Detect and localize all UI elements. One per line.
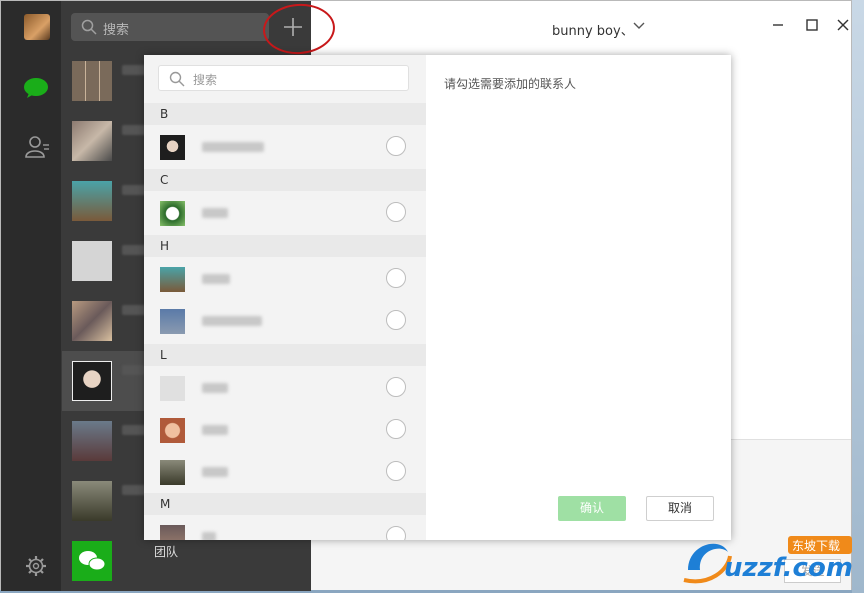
cancel-button[interactable]: 取消: [646, 496, 714, 521]
svg-text:东坡下载: 东坡下载: [792, 539, 840, 553]
group-header-m: M: [144, 493, 426, 515]
wechat-window: 搜索 团队 bunny boy、 发送 搜索 B C H L M 请勾选需要添加…: [0, 0, 853, 591]
contact-name: [202, 208, 228, 218]
search-icon: [81, 19, 97, 35]
contact-name: [202, 316, 262, 326]
group-avatar: [72, 121, 112, 161]
contact-avatar: [160, 460, 185, 485]
group-avatar: [72, 61, 112, 101]
select-radio[interactable]: [386, 136, 406, 156]
contact-name: [202, 274, 230, 284]
default-avatar: [72, 241, 112, 281]
contact-row[interactable]: [144, 258, 426, 300]
contact-avatar: [160, 267, 185, 292]
add-members-dialog: 搜索 B C H L M 请勾选需要添加的联系人 确认 取消: [144, 55, 731, 540]
sidebar-search-placeholder: 搜索: [103, 23, 130, 38]
wechat-team-avatar: [72, 541, 112, 581]
select-radio[interactable]: [386, 526, 406, 540]
dialog-search-input[interactable]: 搜索: [158, 65, 409, 91]
select-radio[interactable]: [386, 310, 406, 330]
contact-avatar: [72, 361, 112, 401]
chat-title[interactable]: bunny boy、: [552, 20, 634, 39]
select-radio[interactable]: [386, 377, 406, 397]
contact-name: [202, 467, 228, 477]
team-label: 团队: [154, 545, 179, 559]
conversation-item[interactable]: [62, 531, 202, 591]
dialog-search-placeholder: 搜索: [193, 73, 218, 87]
contact-avatar: [72, 181, 112, 221]
contact-avatar: [72, 421, 112, 461]
select-radio[interactable]: [386, 268, 406, 288]
contact-avatar: [160, 135, 185, 160]
dialog-prompt: 请勾选需要添加的联系人: [444, 77, 577, 91]
contact-row[interactable]: [144, 300, 426, 342]
contact-row[interactable]: [144, 126, 426, 168]
contact-avatar: [160, 418, 185, 443]
contact-name: [202, 425, 228, 435]
settings-icon[interactable]: [25, 555, 47, 577]
svg-text:uzzf.com: uzzf.com: [724, 553, 853, 583]
group-header-l: L: [144, 344, 426, 366]
maximize-icon[interactable]: [802, 15, 822, 35]
sidebar-search-input[interactable]: 搜索: [71, 13, 269, 41]
default-avatar: [160, 376, 185, 401]
contact-avatar: [72, 481, 112, 521]
contacts-icon[interactable]: [24, 134, 50, 160]
group-avatar: [72, 301, 112, 341]
contact-avatar: [160, 309, 185, 334]
group-header-c: C: [144, 169, 426, 191]
minimize-icon[interactable]: [768, 15, 788, 35]
contact-row[interactable]: [144, 367, 426, 409]
contact-row[interactable]: [144, 516, 426, 540]
contact-row[interactable]: [144, 192, 426, 234]
close-icon[interactable]: [833, 15, 853, 35]
site-watermark-logo: uzzf.com 东坡下载: [683, 536, 853, 584]
user-avatar[interactable]: [24, 14, 50, 40]
contact-picker-list: 搜索 B C H L M: [144, 55, 426, 540]
desktop-background: [852, 0, 864, 593]
chevron-down-icon[interactable]: [633, 22, 645, 30]
chat-icon[interactable]: [23, 77, 49, 99]
contact-row[interactable]: [144, 409, 426, 451]
confirm-button[interactable]: 确认: [558, 496, 626, 521]
select-radio[interactable]: [386, 202, 406, 222]
contact-row[interactable]: [144, 451, 426, 493]
contact-avatar: [160, 525, 185, 540]
contact-name: [202, 532, 216, 540]
search-icon: [169, 71, 185, 87]
select-radio[interactable]: [386, 419, 406, 439]
contact-avatar: [160, 201, 185, 226]
select-radio[interactable]: [386, 461, 406, 481]
group-header-h: H: [144, 235, 426, 257]
group-header-b: B: [144, 103, 426, 125]
contact-name: [202, 142, 264, 152]
contact-name: [202, 383, 228, 393]
